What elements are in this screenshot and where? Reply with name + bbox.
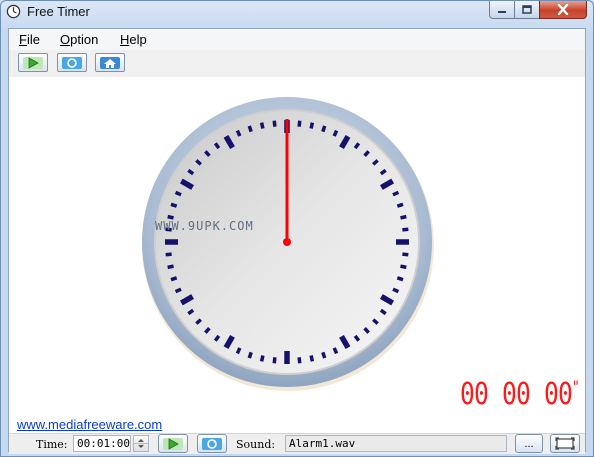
timer-display-area: WWW.9UPK.COM 00 00 00" www.mediafreeware…: [9, 77, 585, 433]
clock-minor-tick: [247, 351, 253, 359]
home-icon: [100, 56, 120, 69]
clock-minor-tick: [332, 347, 339, 355]
clock-minor-tick: [170, 276, 178, 282]
clock-minor-tick: [259, 122, 265, 129]
digital-time-display: 00 00 00": [460, 377, 580, 412]
clock-minor-tick: [165, 252, 172, 257]
menu-file-label: ile: [26, 32, 40, 47]
play-icon: [163, 437, 183, 450]
spinner-arrows-icon: [134, 439, 148, 448]
sound-label: Sound:: [236, 438, 276, 451]
clock-minor-tick: [170, 202, 178, 208]
home-button[interactable]: [95, 53, 125, 72]
clock-minor-tick: [392, 287, 400, 294]
maximize-button[interactable]: [514, 1, 540, 19]
reset-icon: [202, 437, 222, 450]
menu-help[interactable]: Help: [120, 32, 147, 47]
menu-file-mnemonic: F: [19, 32, 27, 47]
clock-minor-tick: [174, 287, 182, 294]
time-label: Time:: [36, 438, 68, 451]
clock-minor-tick: [332, 129, 339, 137]
status-start-button[interactable]: [158, 434, 188, 453]
clock-minor-tick: [392, 190, 400, 197]
reset-icon: [62, 56, 82, 69]
website-link[interactable]: www.mediafreeware.com: [17, 417, 162, 432]
status-bar: Time: 00:01:00 Sound: Alarm1.wav ...: [9, 433, 585, 454]
watermark-text: WWW.9UPK.COM: [155, 219, 254, 233]
clock-minor-tick: [396, 202, 404, 208]
clock-minor-tick: [321, 351, 327, 359]
clock-minor-tick: [272, 357, 277, 364]
sound-file-field[interactable]: Alarm1.wav: [285, 435, 507, 452]
start-button[interactable]: [18, 53, 48, 72]
clock-minor-tick: [321, 125, 327, 133]
toolbar: [9, 50, 585, 77]
clock-minor-tick: [400, 264, 407, 270]
digital-seconds-mark: ": [571, 377, 580, 396]
maximize-icon: [522, 5, 532, 14]
minimize-button[interactable]: [489, 1, 515, 19]
menu-bar: File Option Help: [9, 29, 585, 50]
clock-minor-tick: [400, 214, 407, 220]
title-bar[interactable]: Free Timer: [1, 1, 593, 25]
menu-option-mnemonic: O: [60, 32, 71, 47]
menu-help-label: elp: [129, 32, 147, 47]
clock-minor-tick: [167, 264, 174, 270]
clock-minor-tick: [309, 122, 315, 129]
time-input[interactable]: 00:01:00: [73, 435, 131, 452]
fullscreen-button[interactable]: [550, 434, 580, 453]
clock-minor-tick: [167, 214, 174, 220]
clock-minor-tick: [396, 276, 404, 282]
close-button[interactable]: [539, 1, 587, 19]
menu-file[interactable]: File: [19, 32, 40, 47]
hand-pivot: [283, 238, 291, 246]
clock-minor-tick: [174, 190, 182, 197]
play-icon: [23, 56, 43, 69]
menu-option-label: ption: [70, 32, 99, 47]
reset-button[interactable]: [57, 53, 87, 72]
app-window: Free Timer File Option Help WWW.9UPK.COM…: [0, 0, 594, 457]
browse-sound-button[interactable]: ...: [515, 434, 543, 453]
clock-minor-tick: [297, 357, 302, 364]
clock-minor-tick: [247, 125, 253, 133]
clock-minor-tick: [235, 129, 242, 137]
fullscreen-icon: [555, 437, 575, 450]
close-icon: [557, 4, 569, 15]
digital-hours: 00: [460, 377, 489, 412]
window-title: Free Timer: [27, 4, 90, 19]
digital-minutes: 00: [501, 377, 531, 412]
menu-option[interactable]: Option: [60, 32, 98, 47]
menu-help-mnemonic: H: [120, 32, 130, 47]
clock-minor-tick: [402, 227, 409, 232]
clock-minor-tick: [402, 252, 409, 257]
clock-minor-tick: [309, 355, 315, 362]
clock-minor-tick: [272, 120, 277, 127]
client-area: File Option Help WWW.9UPK.COM 00 00 00" …: [8, 28, 586, 454]
analog-clock: [142, 97, 434, 391]
timer-app-icon: [6, 4, 21, 19]
digital-seconds: 00: [543, 377, 573, 412]
clock-minor-tick: [297, 120, 302, 127]
time-spinner[interactable]: [133, 435, 149, 452]
minimize-icon: [498, 10, 506, 13]
clock-minor-tick: [259, 355, 265, 362]
clock-minor-tick: [235, 347, 242, 355]
status-reset-button[interactable]: [197, 434, 227, 453]
